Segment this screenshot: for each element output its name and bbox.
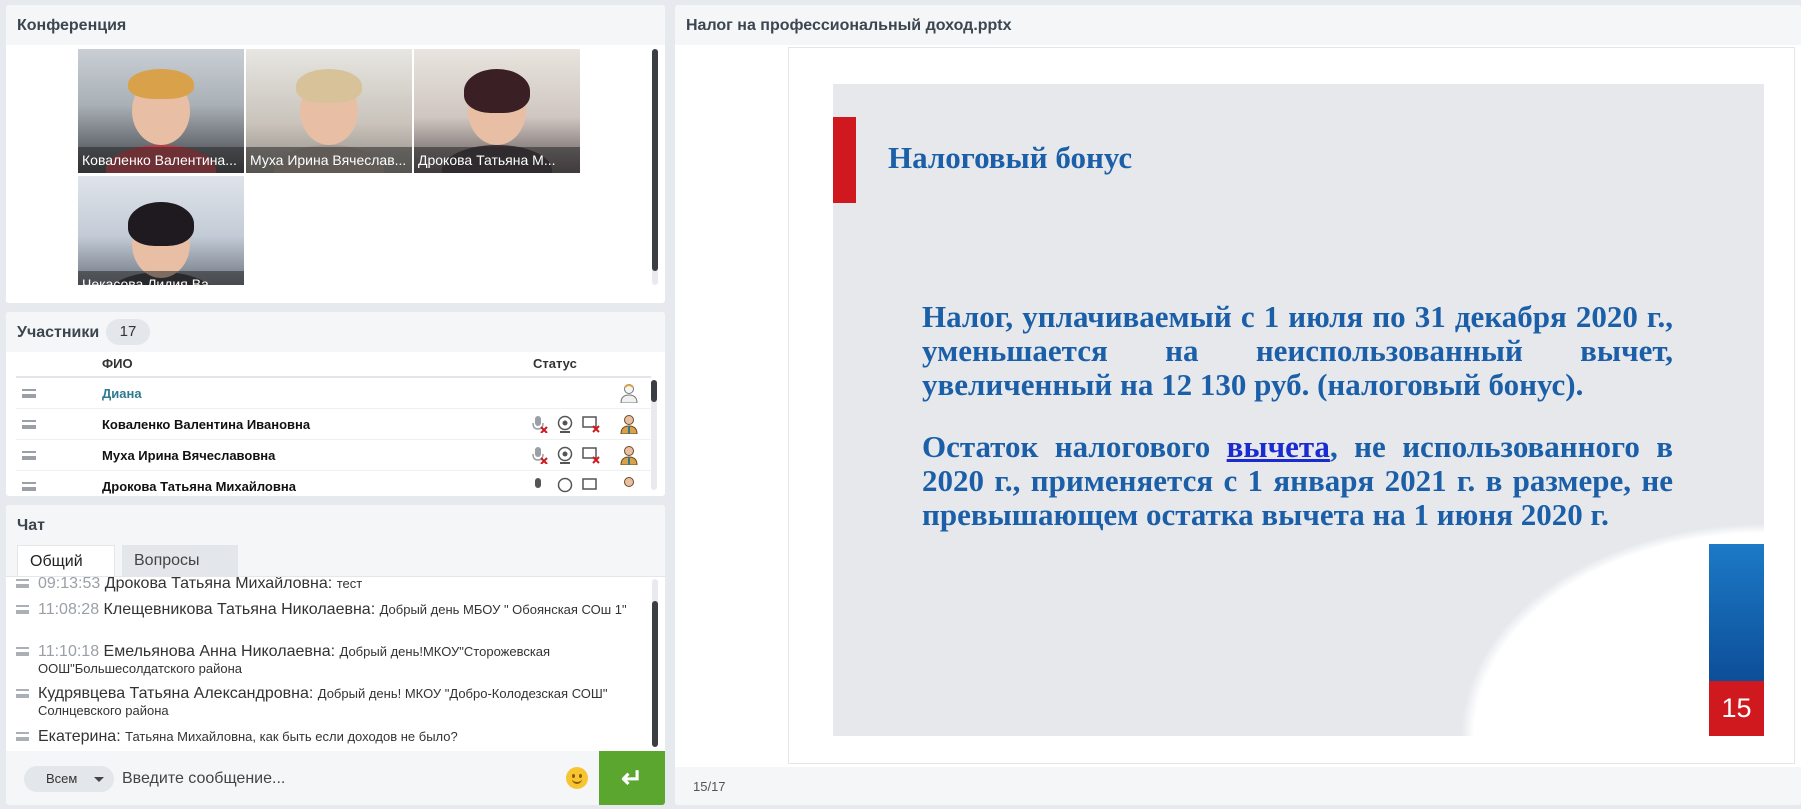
video-tile[interactable]: Коваленко Валентина... — [78, 49, 244, 173]
message-handle-icon[interactable] — [16, 732, 29, 741]
participants-scrollbar[interactable] — [651, 380, 657, 490]
participant-row[interactable]: Коваленко Валентина Ивановна — [16, 409, 651, 440]
chat-input-bar: Всем ↵ — [6, 751, 665, 805]
tab-general[interactable]: Общий — [17, 545, 115, 576]
message-input[interactable] — [122, 763, 562, 795]
participant-name: Дрокова Татьяна Михайловна — [102, 479, 296, 494]
video-tile-label: Муха Ирина Вячеслав... — [246, 147, 412, 173]
participant-row[interactable]: Дрокова Татьяна Михайловна — [16, 471, 651, 496]
chat-message: 11:10:18 Емельянова Анна Николаевна: Доб… — [38, 643, 645, 677]
message-text: Татьяна Михайловна, как быть если доходо… — [125, 729, 458, 744]
webcam-icon[interactable] — [556, 446, 574, 464]
message-time: 11:08:28 — [38, 601, 100, 618]
video-tile[interactable]: Чекасова Лидия Ва... — [78, 176, 244, 285]
column-header-status[interactable]: Статус — [533, 356, 577, 371]
participants-header — [6, 312, 665, 352]
drag-handle-icon[interactable] — [22, 389, 36, 398]
chevron-down-icon — [94, 777, 104, 782]
chat-message: Екатерина: Татьяна Михайловна, как быть … — [38, 728, 645, 745]
drag-handle-icon[interactable] — [22, 451, 36, 460]
participant-row[interactable]: Муха Ирина Вячеславовна — [16, 440, 651, 471]
presentation-panel: Налог на профессиональный доход.pptx Нал… — [675, 5, 1801, 805]
presentation-title: Налог на профессиональный доход.pptx — [686, 17, 1012, 34]
slide-link[interactable]: вычета — [1227, 429, 1330, 464]
drag-handle-icon[interactable] — [22, 482, 36, 491]
recipient-select-value: Всем — [46, 771, 78, 786]
message-text: Добрый день МБОУ " Обоянская СОш 1" — [379, 602, 627, 617]
message-author: Емельянова Анна Николаевна: — [103, 643, 336, 660]
message-author: Клещевникова Татьяна Николаевна: — [103, 601, 376, 618]
screen-share-icon[interactable] — [582, 477, 600, 495]
scrollbar-thumb[interactable] — [652, 601, 658, 747]
slide-title: Налоговый бонус — [888, 140, 1133, 175]
user-role-icon — [620, 415, 638, 434]
tab-questions[interactable]: Вопросы — [122, 545, 238, 576]
drag-handle-icon[interactable] — [22, 420, 36, 429]
webcam-icon[interactable] — [556, 415, 574, 433]
chat-message: 11:08:28 Клещевникова Татьяна Николаевна… — [38, 601, 645, 618]
message-handle-icon[interactable] — [16, 689, 29, 698]
participant-row[interactable]: Диана — [16, 378, 651, 409]
message-text: тест — [336, 576, 363, 591]
page-counter: 15/17 — [693, 779, 726, 794]
message-author: Екатерина: — [38, 728, 121, 745]
participants-panel: Участники 17 ФИО Статус Диана Коваленко … — [6, 312, 665, 496]
column-header-name[interactable]: ФИО — [102, 356, 133, 371]
participant-name: Муха Ирина Вячеславовна — [102, 448, 276, 463]
slide: Налоговый бонус Налог, уплачиваемый с 1 … — [833, 84, 1764, 736]
chat-message: Кудрявцева Татьяна Александровна: Добрый… — [38, 685, 645, 719]
message-author: Кудрявцева Татьяна Александровна: — [38, 685, 314, 702]
microphone-icon[interactable] — [530, 477, 548, 495]
message-handle-icon[interactable] — [16, 579, 29, 588]
video-tile-label: Чекасова Лидия Ва... — [78, 271, 244, 285]
message-time: 09:13:53 — [38, 576, 101, 592]
slide-viewer[interactable]: Налоговый бонус Налог, уплачиваемый с 1 … — [788, 47, 1795, 764]
emoji-icon[interactable] — [566, 767, 588, 789]
user-role-icon — [620, 446, 638, 465]
scrollbar-thumb[interactable] — [652, 49, 658, 271]
participants-count-badge: 17 — [106, 319, 150, 345]
chat-message: 09:13:53 Дрокова Татьяна Михайловна: тес… — [38, 576, 645, 592]
user-role-icon — [624, 477, 634, 487]
presentation-footer: 15/17 — [675, 767, 1801, 805]
chat-scrollbar[interactable] — [652, 579, 658, 747]
conference-panel: Конференция Коваленко Валентина... Муха … — [6, 5, 665, 303]
slide-blue-bar — [1709, 544, 1764, 681]
video-tile-label: Дрокова Татьяна М... — [414, 147, 580, 173]
message-author: Дрокова Татьяна Михайловна: — [104, 576, 333, 592]
message-handle-icon[interactable] — [16, 647, 29, 656]
participant-name: Коваленко Валентина Ивановна — [102, 417, 311, 432]
video-tile[interactable]: Дрокова Татьяна М... — [414, 49, 580, 173]
slide-red-bar — [833, 117, 856, 203]
message-handle-icon[interactable] — [16, 605, 29, 614]
send-button[interactable]: ↵ — [599, 751, 665, 805]
video-tile[interactable]: Муха Ирина Вячеслав... — [246, 49, 412, 173]
participant-name: Диана — [102, 386, 142, 401]
slide-number: 15 — [1709, 681, 1764, 736]
recipient-select[interactable]: Всем — [24, 766, 114, 792]
slide-paragraph: Остаток налогового вычета, не использова… — [922, 430, 1673, 532]
microphone-off-icon[interactable] — [530, 446, 548, 464]
screen-share-off-icon[interactable] — [582, 415, 600, 433]
slide-body: Налог, уплачиваемый с 1 июля по 31 декаб… — [922, 300, 1673, 560]
slide-paragraph: Налог, уплачиваемый с 1 июля по 31 декаб… — [922, 299, 1673, 402]
user-role-icon — [620, 384, 638, 403]
conference-title: Конференция — [17, 17, 127, 34]
webcam-icon[interactable] — [556, 477, 574, 495]
screen-share-off-icon[interactable] — [582, 446, 600, 464]
chat-panel: Чат Общий Вопросы 09:13:53 Дрокова Татья… — [6, 505, 665, 805]
slide-text: Остаток налогового — [922, 429, 1227, 464]
scrollbar-thumb[interactable] — [651, 380, 657, 402]
conference-scrollbar[interactable] — [652, 49, 658, 285]
chat-title: Чат — [17, 517, 45, 534]
participants-title: Участники — [17, 324, 100, 341]
video-tile-label: Коваленко Валентина... — [78, 147, 244, 173]
microphone-off-icon[interactable] — [530, 415, 548, 433]
message-time: 11:10:18 — [38, 643, 100, 660]
chat-messages: 09:13:53 Дрокова Татьяна Михайловна: тес… — [6, 576, 665, 748]
